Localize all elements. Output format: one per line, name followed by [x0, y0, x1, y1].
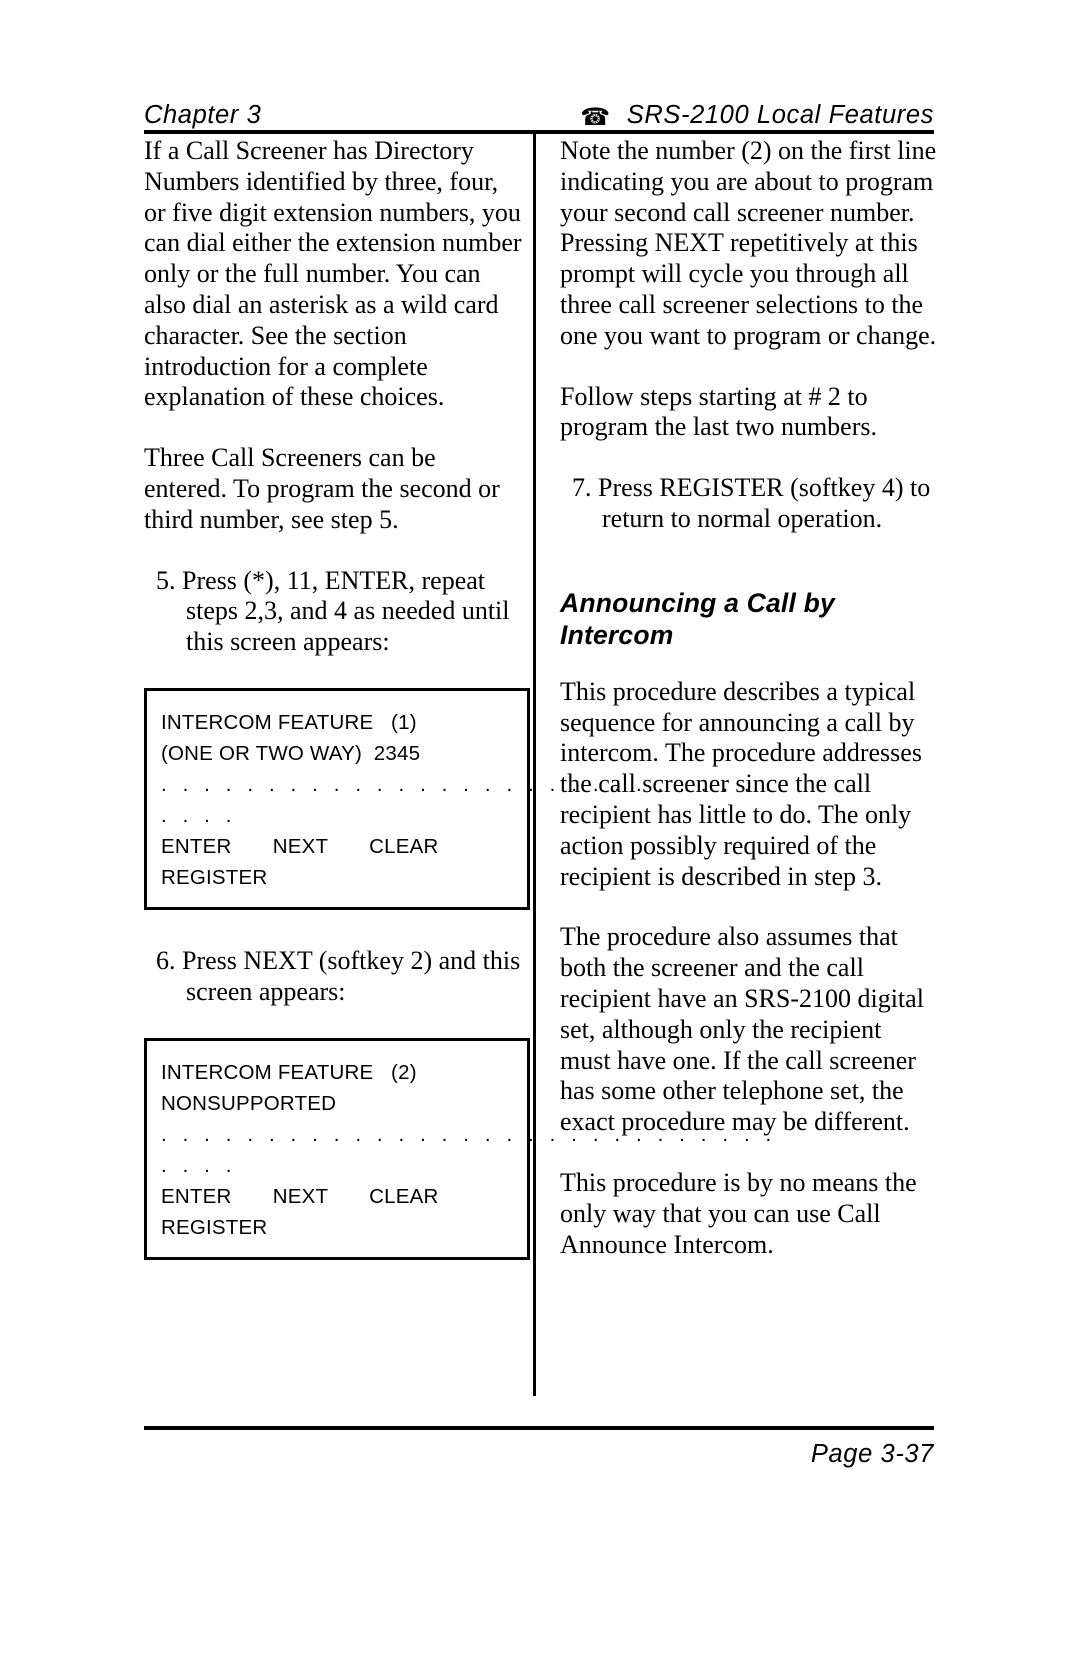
footer-rule [144, 1426, 934, 1430]
lcd2-register-label: REGISTER [161, 1215, 268, 1239]
paragraph-procedure-assumes: The procedure also assumes that both the… [560, 922, 924, 1137]
telephone-icon: ☎ [580, 103, 611, 131]
lcd1-register-label: REGISTER [161, 865, 268, 889]
lcd1-line-2: (ONE OR TWO WAY) 2345 [161, 741, 421, 765]
document-page: Chapter 3 ☎ SRS-2100 Local Features If a… [0, 0, 1080, 1669]
lcd2-line-2: NONSUPPORTED [161, 1091, 337, 1115]
lcd1-line-3: . . . . . . . . . . . . . . . . . . . . … [161, 772, 777, 796]
paragraph-by-no-means: This procedure is by no means the only w… [560, 1167, 917, 1259]
manual-title: SRS-2100 Local Features [626, 100, 934, 129]
paragraph-three-call-screeners: Three Call Screeners can be entered. To … [144, 443, 500, 534]
step-6: 6. Press NEXT (softkey 2) and this scree… [156, 945, 521, 1006]
chapter-label: Chapter 3 [144, 100, 262, 129]
column-divider [533, 131, 536, 1396]
left-column: If a Call Screener has Directory Numbers… [144, 136, 771, 1274]
lcd1-line-4: . . . . [161, 803, 237, 827]
paragraph-call-screener-directory: If a Call Screener has Directory Numbers… [144, 136, 522, 412]
paragraph-follow-steps: Follow steps starting at # 2 to program … [560, 381, 877, 442]
lcd2-line-3: . . . . . . . . . . . . . . . . . . . . … [161, 1122, 777, 1146]
lcd-screen-1: INTERCOM FEATURE (1) (ONE OR TWO WAY) 23… [144, 687, 777, 910]
running-head: Chapter 3 ☎ SRS-2100 Local Features [144, 88, 934, 131]
paragraph-note-number-two: Note the number (2) on the first line in… [560, 136, 937, 350]
lcd2-softkey-row: ENTER NEXT CLEAR [161, 1184, 439, 1208]
lcd2-line-1: INTERCOM FEATURE (2) [161, 1060, 417, 1084]
paragraph-procedure-describes: This procedure describes a typical seque… [560, 676, 922, 891]
running-head-right: ☎ SRS-2100 Local Features [580, 100, 934, 131]
lcd-screen-2: INTERCOM FEATURE (2) NONSUPPORTED . . . … [144, 1037, 777, 1260]
section-heading-announcing-a-call-by-intercom: Announcing a Call by Intercom [560, 587, 835, 650]
right-column: Note the number (2) on the first line in… [560, 136, 938, 1290]
lcd1-softkey-row: ENTER NEXT CLEAR [161, 834, 439, 858]
page-number: Page 3-37 [810, 1440, 934, 1468]
header-rule [144, 130, 934, 134]
lcd1-line-1: INTERCOM FEATURE (1) [161, 710, 417, 734]
step-7: 7. Press REGISTER (softkey 4) to return … [572, 473, 931, 533]
lcd2-line-4: . . . . [161, 1153, 237, 1177]
step-5: 5. Press (*), 11, ENTER, repeat steps 2,… [156, 565, 510, 657]
